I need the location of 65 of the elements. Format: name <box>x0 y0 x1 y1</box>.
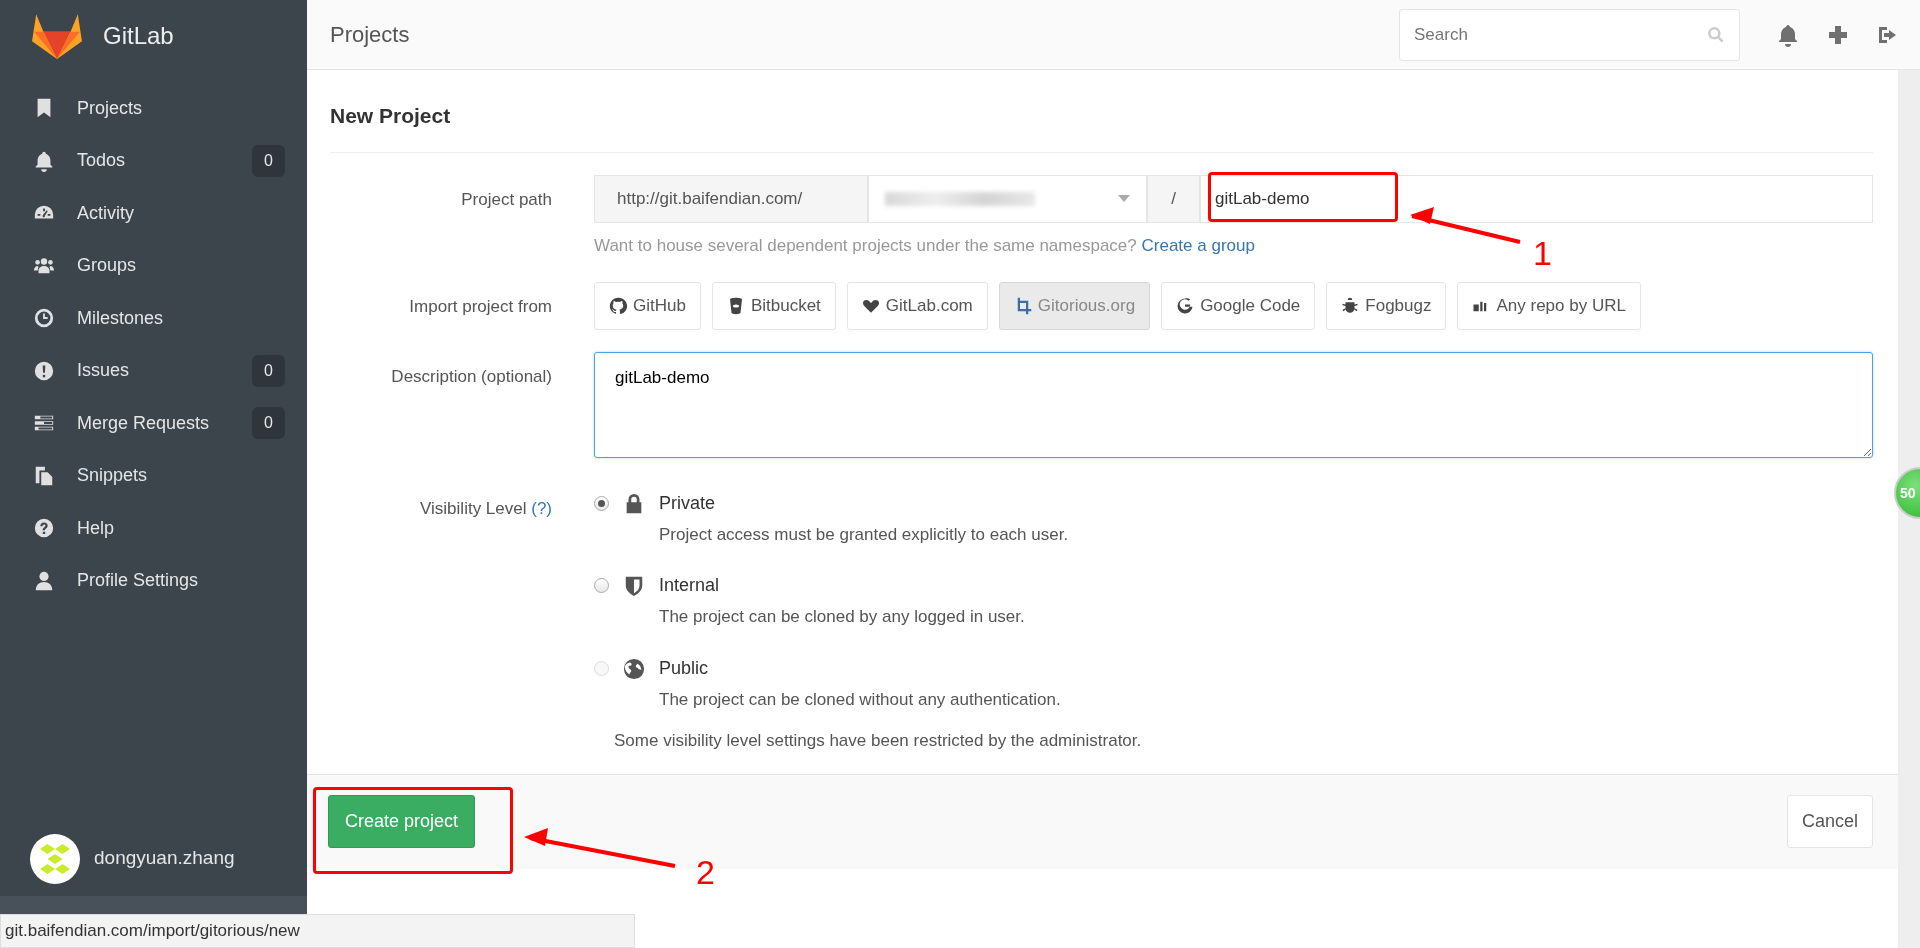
sidebar-item[interactable]: Help <box>0 502 307 555</box>
sidebar-item[interactable]: Groups <box>0 239 307 292</box>
shield-icon <box>623 575 645 597</box>
option-description: The project can be cloned without any authentication. <box>659 688 1061 711</box>
search-field[interactable]: Search <box>1399 8 1740 61</box>
sidebar-item[interactable]: Issues 0 <box>0 344 307 397</box>
import-source-button[interactable]: Fogbugz <box>1326 282 1447 330</box>
sidebar-item[interactable]: Profile Settings <box>0 554 307 607</box>
help-icon <box>33 517 55 540</box>
create-group-link[interactable]: Create a group <box>1141 235 1255 255</box>
help-link[interactable]: (?) <box>531 498 552 518</box>
form-title: New Project <box>330 70 1873 153</box>
option-title: Private <box>659 491 717 515</box>
hint-text: Want to house several dependent projects under the same namespace? Create a group <box>594 235 1255 255</box>
option-title: Internal <box>659 574 721 597</box>
field-label: Description (optional) <box>390 366 553 388</box>
radio-button[interactable] <box>594 495 609 511</box>
import-source-button[interactable]: Bitbucket <box>711 282 836 330</box>
files-icon <box>33 464 55 487</box>
option-description: The project can be cloned by any logged in user. <box>659 606 1025 628</box>
annotation-number: 2 <box>696 855 715 889</box>
sidebar-item[interactable]: Milestones <box>0 292 307 345</box>
import-source-button[interactable]: GitHub <box>594 282 701 330</box>
bell-icon <box>33 149 55 172</box>
alert-icon <box>33 359 55 382</box>
cancel-button[interactable]: Cancel <box>1786 795 1873 848</box>
url-prefix: http://git.baifendian.com/ <box>594 174 868 223</box>
user-name[interactable]: dongyuan.zhang <box>94 844 235 873</box>
field-label: Project path <box>460 188 553 211</box>
description-field[interactable]: gitLab-demo <box>594 352 1873 458</box>
page-title: Projects <box>330 21 411 49</box>
avatar[interactable] <box>30 833 80 884</box>
count-badge: 0 <box>252 354 285 387</box>
import-source-button[interactable]: GitLab.com <box>846 282 988 330</box>
option-title: Public <box>659 656 710 680</box>
caret-icon <box>1118 194 1130 203</box>
g-icon <box>1176 297 1195 315</box>
restriction-note: Some visibility level settings have been restricted by the administrator. <box>614 730 1143 752</box>
import-source-button[interactable]: Any repo by URL <box>1457 282 1641 330</box>
url-tooltip: git.baifendian.com/import/gitorious/new <box>0 914 635 948</box>
option-description: Project access must be granted explicitly to each user. <box>659 523 1069 546</box>
heart-icon <box>861 297 880 315</box>
field-label: Import project from <box>408 296 553 318</box>
sidebar-item[interactable]: Todos 0 <box>0 134 307 187</box>
import-source-button[interactable]: Google Code <box>1161 282 1316 330</box>
project-name-field[interactable]: gitLab-demo <box>1200 174 1873 223</box>
count-badge: 0 <box>252 407 285 440</box>
count-badge: 0 <box>252 144 285 177</box>
annotation-number: 1 <box>1533 236 1552 270</box>
clock-icon <box>33 307 55 330</box>
sidebar-item[interactable]: Merge Requests 0 <box>0 397 307 450</box>
radio-button[interactable] <box>594 578 609 593</box>
search-icon <box>1706 24 1726 45</box>
cat-icon <box>609 297 627 315</box>
field-label: Visibility Level <box>420 498 528 518</box>
user-icon <box>33 569 55 592</box>
sidebar-item[interactable]: Projects <box>0 82 307 135</box>
sidebar-item[interactable]: Activity <box>0 187 307 240</box>
brand-name[interactable]: GitLab <box>103 18 174 54</box>
bell-icon[interactable] <box>1776 22 1800 47</box>
bug-icon <box>1341 297 1360 315</box>
logo[interactable] <box>31 12 83 60</box>
sidebar-item[interactable]: Snippets <box>0 449 307 502</box>
path-separator: / <box>1147 174 1200 223</box>
globe-icon <box>623 657 645 680</box>
